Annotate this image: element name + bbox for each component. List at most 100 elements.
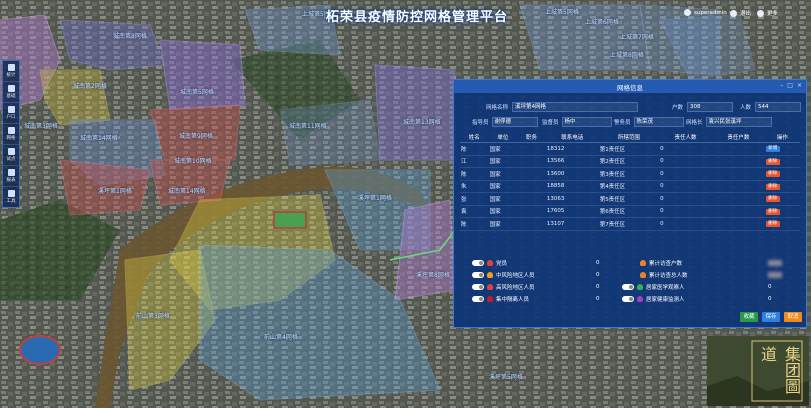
households-field[interactable]: 308 xyxy=(687,102,734,112)
zone-label: 城南第9网格 xyxy=(179,133,213,140)
page-title: 柘荣县疫情防控网格管理平台 xyxy=(326,10,509,25)
stat-label: 党员 xyxy=(496,261,508,267)
sidebar-item-household[interactable]: 户口 xyxy=(3,103,19,124)
stat-label: 居家医学观察人 xyxy=(646,285,685,291)
cell-homes xyxy=(711,205,765,218)
menu-icon xyxy=(757,9,764,17)
toggle-switch[interactable] xyxy=(472,296,484,302)
stat-item: 居家健康监测人 0 xyxy=(622,295,772,303)
stat-value-blurred xyxy=(768,260,782,266)
username[interactable]: superadmin xyxy=(694,10,727,16)
toggle-switch[interactable] xyxy=(472,272,484,278)
cell-people: 0 xyxy=(659,142,712,156)
persons-field[interactable]: 544 xyxy=(755,102,802,112)
field-label: 指导员 xyxy=(472,120,489,126)
cell-people: 0 xyxy=(659,167,712,181)
grid-name-field[interactable]: 溪坪第4网格 xyxy=(512,102,639,112)
person-icon xyxy=(640,260,646,266)
zone-label: 溪坪第5网格 xyxy=(489,374,523,381)
col-range: 所辖范围 xyxy=(598,132,660,143)
stat-value: 0 xyxy=(596,272,600,278)
cell-op: 删除 xyxy=(764,217,800,231)
gridman-field[interactable]: 袁兴民张溪坪 xyxy=(705,117,772,127)
cell-name: 张 xyxy=(460,192,489,206)
more-button[interactable]: 更多 xyxy=(757,9,778,17)
toggle-switch[interactable] xyxy=(472,260,484,266)
cell-homes xyxy=(711,192,765,206)
police-field[interactable]: 陈荣茂 xyxy=(633,117,684,127)
toggle-switch[interactable] xyxy=(472,284,484,290)
person-icon xyxy=(637,296,643,302)
collect-button[interactable]: 收藏 xyxy=(740,312,758,322)
report-icon xyxy=(7,169,15,176)
minimize-icon[interactable]: – xyxy=(780,82,783,89)
col-unit: 单位 xyxy=(488,132,518,143)
stats-icon xyxy=(7,64,15,71)
cell-homes xyxy=(711,180,765,193)
logout-button[interactable]: 退出 xyxy=(730,9,751,17)
sidebar-item-basic[interactable]: 基础 xyxy=(3,82,19,103)
stat-label: 居家健康监测人 xyxy=(646,297,685,303)
zone-label: 上城第6网格 xyxy=(585,19,619,26)
cell-op: 删除 xyxy=(764,155,800,168)
delete-button[interactable]: 删除 xyxy=(765,158,780,165)
user-icon xyxy=(684,9,691,16)
stat-label: 累计访查户数 xyxy=(649,261,683,267)
cell-phone: 17605 xyxy=(545,205,599,218)
sidebar-item-report[interactable]: 报表 xyxy=(3,166,19,187)
toggle-switch[interactable] xyxy=(622,296,634,302)
supervisor-field[interactable]: 杨中 xyxy=(561,117,612,127)
cell-name: 陈 xyxy=(460,167,489,181)
cell-op: 删除 xyxy=(764,167,800,181)
grid-icon xyxy=(7,127,15,134)
cancel-button[interactable]: 取消 xyxy=(784,312,802,322)
sidebar-item-pilot[interactable]: 试点 xyxy=(3,145,19,166)
person-icon xyxy=(487,272,493,278)
cell-homes xyxy=(711,155,765,168)
sidebar-item-grid[interactable]: 网格 xyxy=(3,124,19,145)
col-duty: 职务 xyxy=(517,132,546,143)
stat-value: 0 xyxy=(596,260,600,266)
maximize-icon[interactable]: □ xyxy=(787,82,793,89)
field-label: 人数 xyxy=(740,105,752,111)
zone-label: 溪坪第1网格 xyxy=(358,195,392,202)
panel-header[interactable]: 网格信息 – □ × xyxy=(454,80,806,93)
cell-op: 新增 xyxy=(764,142,800,156)
person-icon xyxy=(487,260,493,266)
close-icon[interactable]: × xyxy=(797,82,802,89)
cell-op: 删除 xyxy=(764,180,800,193)
save-button[interactable]: 保存 xyxy=(762,312,780,322)
col-people: 责任人数 xyxy=(659,132,712,143)
cell-unit: 国家 xyxy=(488,180,518,193)
gridman-row: 网格长 袁兴民张溪坪 xyxy=(686,117,772,127)
leader-field[interactable]: 谢俘德 xyxy=(491,117,538,127)
add-button[interactable]: 新增 xyxy=(765,146,780,153)
stat-item: 中风险地区人员 0 xyxy=(472,271,600,279)
toggle-switch[interactable] xyxy=(622,284,634,290)
persons-row: 人数 544 xyxy=(740,102,802,112)
cell-homes xyxy=(711,217,765,231)
cell-people: 0 xyxy=(659,180,712,193)
leader-row: 指导员 谢俘德 xyxy=(472,117,538,127)
delete-button[interactable]: 删除 xyxy=(765,196,780,203)
zone-label: 上城第8网格 xyxy=(610,52,644,59)
stat-label: 集中隔离人员 xyxy=(496,297,530,303)
logout-label: 退出 xyxy=(740,11,752,17)
delete-button[interactable]: 删除 xyxy=(765,208,780,215)
cell-duty xyxy=(517,180,546,193)
cell-phone: 18312 xyxy=(545,142,599,156)
cell-phone: 13063 xyxy=(545,192,599,206)
delete-button[interactable]: 删除 xyxy=(765,171,780,178)
sidebar-item-label: 报表 xyxy=(6,178,16,183)
cell-duty xyxy=(517,155,546,168)
sidebar-item-tools[interactable]: 工具 xyxy=(3,187,19,208)
zone-label: 城南第14网格 xyxy=(80,135,118,142)
stat-label: 中风险地区人员 xyxy=(496,273,535,279)
cell-unit: 国家 xyxy=(488,217,518,231)
delete-button[interactable]: 删除 xyxy=(765,221,780,228)
sidebar-item-stats[interactable]: 统计 xyxy=(3,61,19,82)
delete-button[interactable]: 删除 xyxy=(765,183,780,190)
basic-icon xyxy=(7,85,15,92)
person-icon xyxy=(637,284,643,290)
field-label: 警务员 xyxy=(614,120,631,126)
